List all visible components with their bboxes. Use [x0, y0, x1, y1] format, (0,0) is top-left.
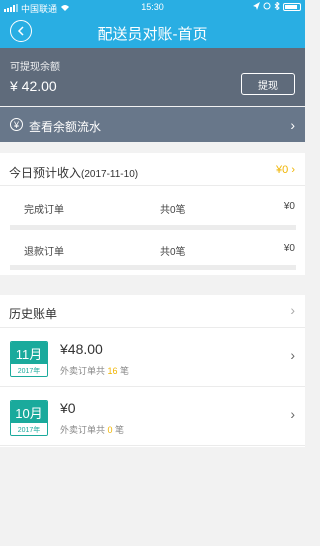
battery-icon	[283, 3, 301, 11]
row-label: 完成订单	[24, 205, 64, 216]
badge-month: 11月	[11, 342, 47, 364]
history-bills-card: 历史账单 › 11月 2017年 ¥48.00 外卖订单共 16 笔 › 10月…	[0, 295, 305, 447]
today-income-header[interactable]: 今日预计收入(2017-11-10) ¥0 ›	[0, 153, 305, 186]
bill-summary-suffix: 笔	[112, 425, 125, 435]
badge-year: 2017年	[11, 423, 47, 435]
today-income-total: ¥0 ›	[276, 164, 295, 176]
badge-year: 2017年	[11, 364, 47, 376]
row-amount: ¥0	[283, 243, 295, 254]
bill-summary: 外卖订单共 16 笔	[60, 364, 129, 377]
bill-amount: ¥48.00	[60, 341, 103, 357]
chevron-right-icon: ›	[291, 164, 295, 176]
alarm-icon	[263, 2, 271, 12]
chevron-right-icon: ›	[290, 302, 295, 318]
yen-icon: ¥	[10, 118, 23, 131]
today-income-title-text: 今日预计收入	[9, 166, 82, 180]
bill-summary-prefix: 外卖订单共	[60, 425, 108, 435]
today-income-date: (2017-11-10)	[81, 169, 139, 180]
row-label: 退款订单	[24, 247, 64, 258]
balance-flow-link[interactable]: ¥ 查看余额流水 ›	[0, 107, 305, 142]
badge-month: 10月	[11, 401, 47, 423]
bill-summary-prefix: 外卖订单共	[60, 366, 108, 376]
bill-item-nov[interactable]: 11月 2017年 ¥48.00 外卖订单共 16 笔 ›	[0, 329, 305, 387]
today-income-card: 今日预计收入(2017-11-10) ¥0 › 完成订单 共0笔 ¥0 退款订单…	[0, 153, 305, 275]
chevron-right-icon: ›	[290, 347, 295, 363]
history-title: 历史账单	[9, 307, 58, 321]
bill-amount: ¥0	[60, 400, 76, 416]
row-count: 共0笔	[160, 247, 186, 258]
bill-summary: 外卖订单共 0 笔	[60, 423, 124, 436]
withdraw-button[interactable]: 提现	[241, 73, 295, 95]
status-right	[253, 0, 301, 12]
balance-label: 可提现余额	[10, 62, 60, 73]
row-count: 共0笔	[160, 205, 186, 216]
status-bar: 中国联通 15:30	[0, 0, 305, 14]
bluetooth-icon	[274, 0, 280, 12]
bill-order-count: 16	[107, 366, 118, 376]
row-divider	[10, 225, 296, 230]
row-divider	[10, 265, 296, 270]
today-income-total-value: ¥0	[276, 164, 289, 176]
bill-summary-suffix: 笔	[117, 366, 130, 376]
page-title: 配送员对账-首页	[97, 26, 208, 43]
month-badge: 10月 2017年	[10, 400, 48, 436]
refund-orders-row: 退款订单 共0笔 ¥0	[0, 231, 305, 265]
balance-panel: 可提现余额 ¥ 42.00 提现	[0, 48, 305, 106]
month-badge: 11月 2017年	[10, 341, 48, 377]
row-amount: ¥0	[283, 201, 295, 212]
location-icon	[253, 2, 260, 12]
completed-orders-row: 完成订单 共0笔 ¥0	[0, 189, 305, 223]
chevron-right-icon: ›	[290, 406, 295, 422]
balance-flow-label: 查看余额流水	[29, 120, 102, 134]
history-header[interactable]: 历史账单 ›	[0, 295, 305, 328]
balance-amount: ¥ 42.00	[10, 78, 57, 94]
bill-item-oct[interactable]: 10月 2017年 ¥0 外卖订单共 0 笔 ›	[0, 388, 305, 446]
chevron-right-icon: ›	[290, 117, 295, 133]
nav-bar: 配送员对账-首页	[0, 14, 305, 48]
today-income-title: 今日预计收入(2017-11-10)	[9, 164, 138, 181]
